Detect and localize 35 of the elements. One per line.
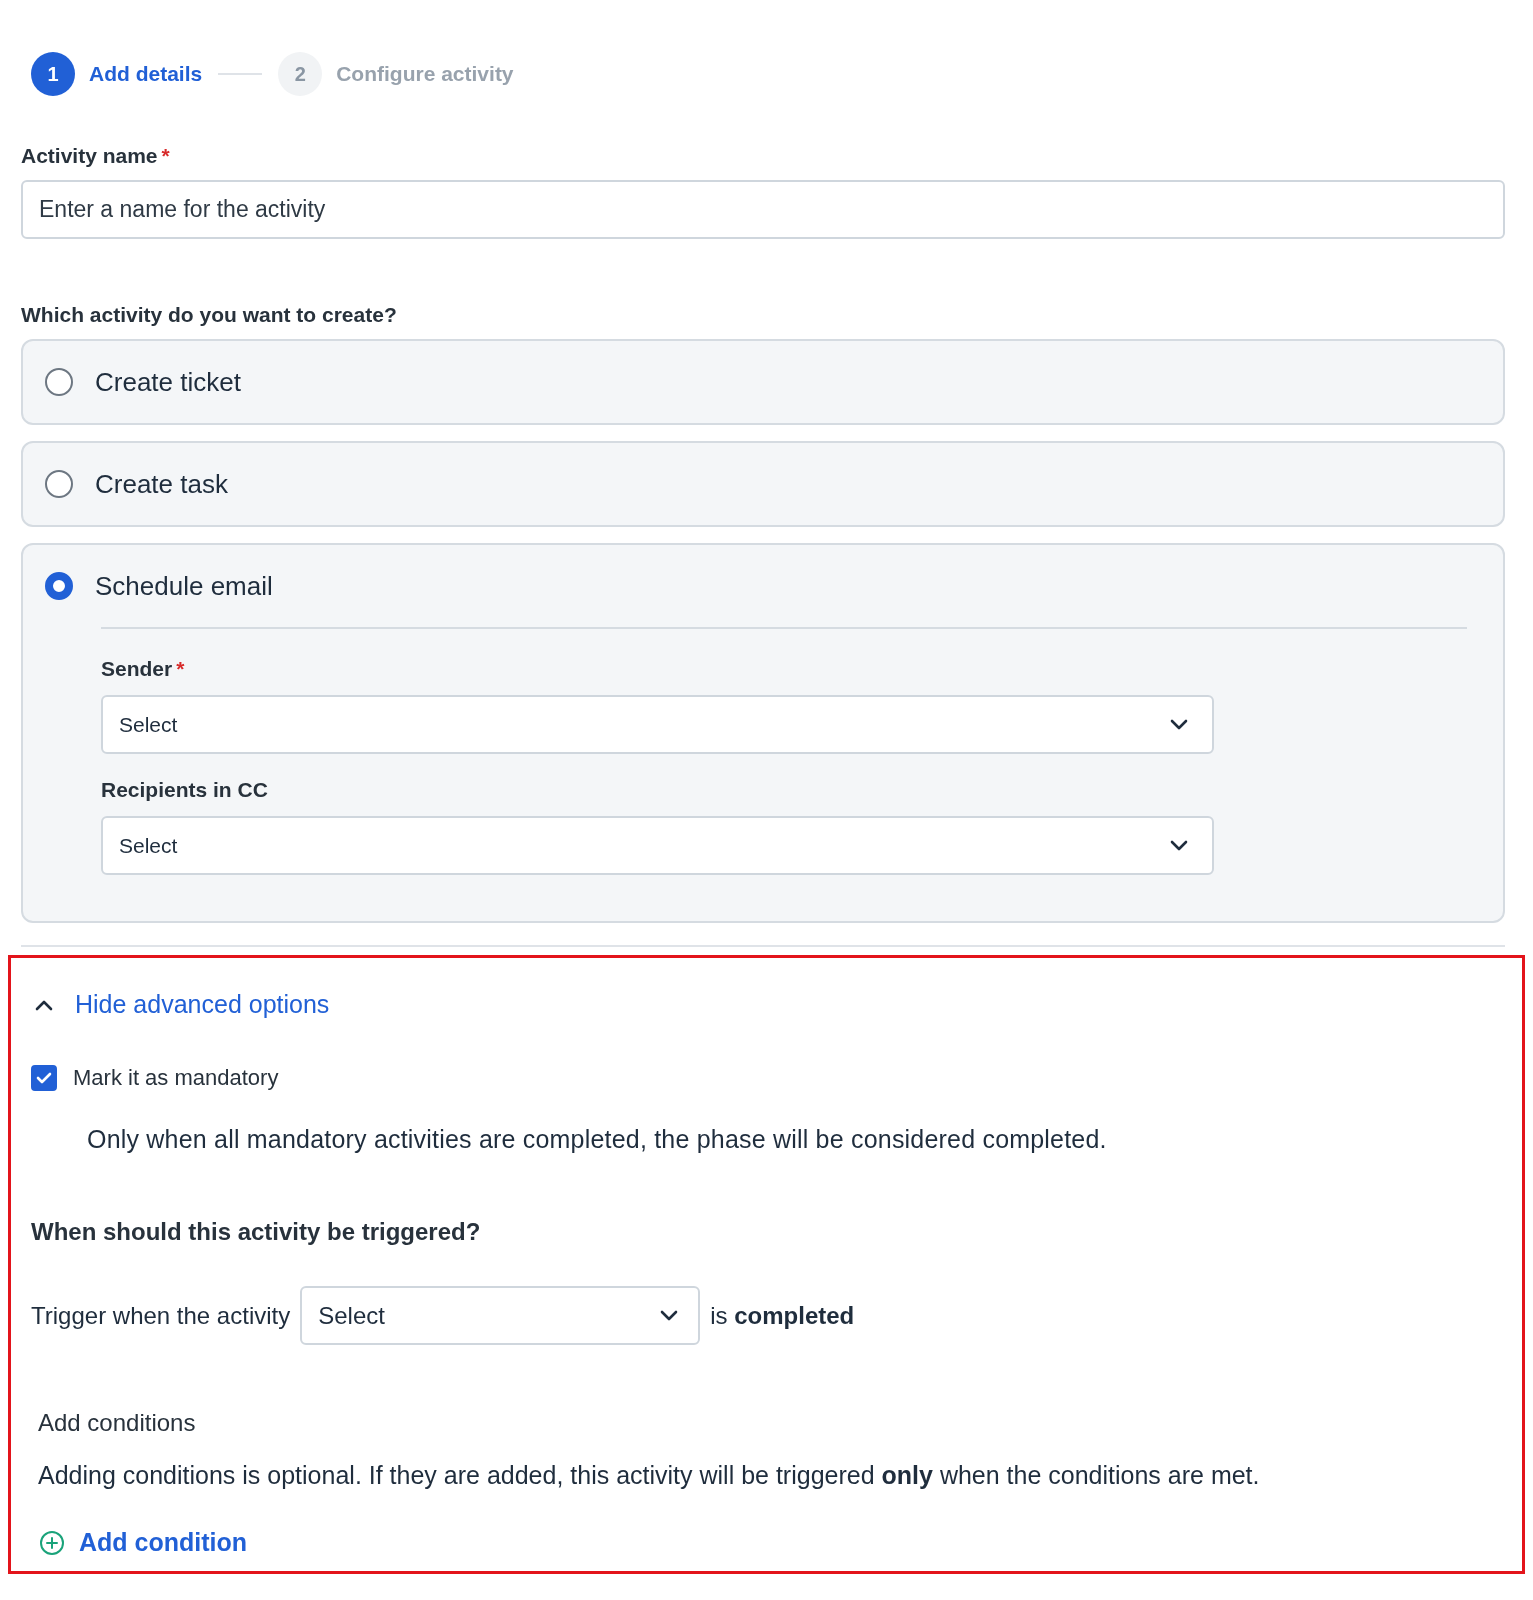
option-label: Create task [95,468,228,500]
activity-name-field[interactable]: Enter a name for the activity [21,180,1505,239]
radio-button[interactable] [45,572,73,600]
checkmark-icon [36,1072,52,1084]
advanced-options-toggle[interactable]: Hide advanced options [31,978,330,1031]
add-condition-button[interactable]: Add condition [39,1524,248,1561]
step-label[interactable]: Add details [89,62,203,86]
radio-button[interactable] [45,470,73,498]
chevron-down-icon [1170,839,1188,852]
checkbox[interactable] [31,1065,57,1091]
select-dropdown[interactable]: Select [101,695,1214,754]
field-label: Sender [101,657,173,680]
radio-button[interactable] [45,368,73,396]
select-dropdown[interactable]: Select [300,1286,701,1345]
option-label: Create ticket [95,366,241,398]
field-label: Recipients in CC [101,778,268,801]
section-heading: When should this activity be triggered? [31,1218,482,1246]
chevron-down-icon [1170,718,1188,731]
step-number: 2 [278,52,323,96]
chevron-down-icon [660,1309,679,1322]
select-dropdown[interactable]: Select [101,816,1214,875]
section-heading: Add conditions [38,1409,197,1437]
description-text: Only when all mandatory activities are completed, the phase will be considered completed. [87,1125,1108,1154]
required-mark: * [176,657,185,680]
plus-circle-icon [39,1529,65,1556]
required-mark: * [161,144,170,167]
checkbox-label: Mark it as mandatory [73,1065,279,1091]
option-label: Schedule email [95,570,273,602]
description-text: Adding conditions is optional. If they are added, this activity will be triggered only when the conditions are met. [38,1461,1261,1490]
field-label-text: Activity name [21,144,158,167]
chevron-up-icon [35,998,53,1011]
question-label: Which activity do you want to create? [21,303,398,327]
trigger-suffix: is completed [710,1301,855,1330]
trigger-label: Trigger when the activity [31,1301,291,1330]
step-number: 1 [31,52,75,96]
